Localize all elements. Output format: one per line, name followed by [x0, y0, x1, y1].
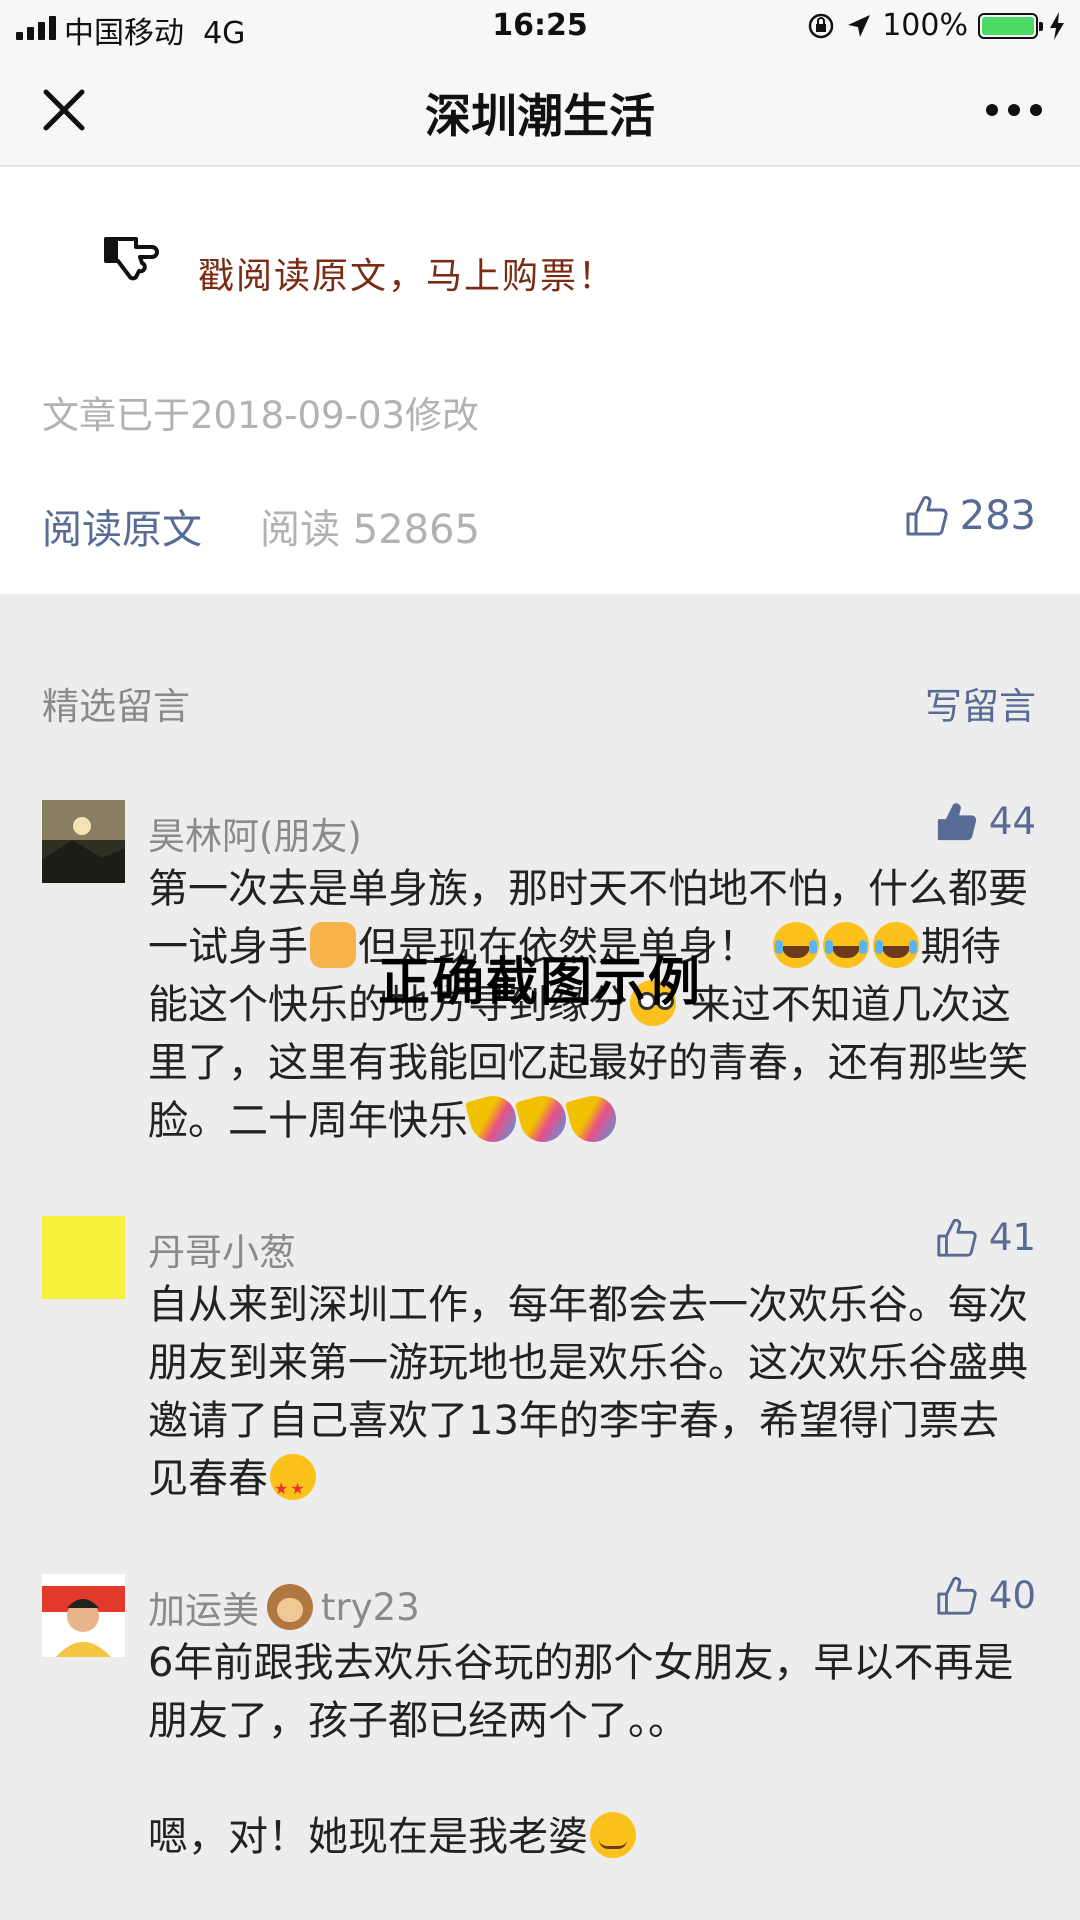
featured-comments-title: 精选留言 — [42, 685, 190, 728]
thumbs-up-icon — [937, 1576, 977, 1615]
page-title: 深圳潮生活 — [425, 89, 655, 143]
avatar[interactable] — [42, 1574, 125, 1657]
charging-icon — [1050, 11, 1064, 40]
party-popper-emoji — [464, 1090, 522, 1148]
article-footer: 戳阅读原文，马上购票！ 文章已于2018-09-03修改 阅读原文 阅读 528… — [0, 167, 1080, 594]
star-struck-emoji — [270, 1454, 316, 1518]
read-count: 阅读 52865 — [260, 507, 480, 553]
thumbs-up-icon — [937, 1218, 977, 1257]
location-arrow-icon — [848, 14, 871, 37]
comment-text: 自从来到深圳工作，每年都会去一次欢乐谷。每次朋友到来第一游玩地也是欢乐谷。这次欢… — [148, 1276, 1028, 1518]
modified-note: 文章已于2018-09-03修改 — [42, 394, 480, 437]
battery-percent: 100% — [882, 8, 968, 43]
watermark-caption: 正确截图示例 — [377, 953, 702, 1013]
read-original-link[interactable]: 阅读原文 — [42, 497, 202, 555]
comment-nickname: 昊林阿(朋友) — [148, 815, 362, 858]
avatar[interactable] — [42, 800, 125, 883]
comment-text: 6年前跟我去欢乐谷玩的那个女朋友，早以不再是朋友了，孩子都已经两个了。。 嗯，对… — [148, 1640, 1014, 1860]
pointing-hand-icon — [104, 237, 159, 281]
thumbs-up-filled-icon — [937, 802, 977, 840]
promo-link[interactable]: 戳阅读原文，马上购票！ — [198, 247, 616, 299]
article-like-button[interactable]: 283 — [904, 493, 1036, 539]
battery-icon — [978, 12, 1043, 39]
relieved-face-emoji — [590, 1812, 636, 1858]
write-comment-link[interactable]: 写留言 — [925, 676, 1036, 730]
comment-like-button[interactable]: 44 — [935, 800, 1036, 843]
comment-nickname: 加运美 try23 — [148, 1584, 420, 1632]
party-popper-emoji — [514, 1090, 572, 1148]
nav-bar: 深圳潮生活 — [0, 54, 1080, 166]
more-icon[interactable] — [986, 104, 1042, 116]
comment-like-count: 44 — [988, 800, 1036, 843]
avatar[interactable] — [42, 1216, 125, 1299]
thumbs-up-icon — [906, 495, 948, 536]
comment-like-count: 40 — [988, 1574, 1036, 1617]
lock-rotation-icon — [808, 13, 834, 38]
status-right: 100% — [806, 8, 1066, 43]
article-like-count: 283 — [959, 493, 1036, 539]
comment-like-count: 41 — [988, 1216, 1036, 1259]
comment-like-button[interactable]: 40 — [935, 1574, 1036, 1617]
monkey-emoji — [267, 1584, 313, 1630]
comment-nickname: 丹哥小葱 — [148, 1231, 296, 1274]
status-bar: 中国移动 4G 16:25 100% — [0, 0, 1080, 54]
party-popper-emoji — [564, 1090, 622, 1148]
comment-like-button[interactable]: 41 — [935, 1216, 1036, 1259]
